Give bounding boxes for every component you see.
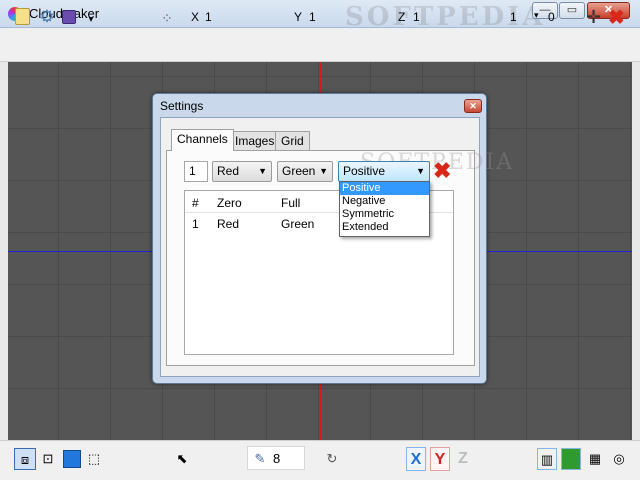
rotate-icon[interactable]: ↻	[322, 448, 342, 470]
maximize-button[interactable]: ▭	[559, 2, 585, 19]
perspective-view-icon[interactable]: ⧈	[14, 448, 36, 470]
toolbar	[0, 28, 640, 62]
table-row-number[interactable]: 1	[192, 217, 199, 231]
step-dropdown-icon[interactable]: ▾	[534, 10, 539, 21]
zero-channel-select[interactable]: Red ▼	[212, 161, 272, 182]
channel-number-input[interactable]: 1	[184, 161, 208, 182]
y-coord-label: Y	[294, 10, 303, 24]
axis-x-toggle[interactable]: X	[406, 447, 426, 471]
table-row-zero[interactable]: Red	[217, 217, 239, 231]
grid-icon[interactable]: ▦	[585, 448, 605, 470]
mode-option-positive[interactable]: Positive	[340, 182, 429, 195]
delete-channel-icon[interactable]: ✖	[433, 158, 451, 184]
save-disk-icon[interactable]	[62, 10, 76, 24]
axis-y-toggle[interactable]: Y	[430, 447, 450, 471]
chevron-down-icon: ▼	[319, 166, 328, 176]
z-coord-field[interactable]: 1	[413, 10, 420, 24]
tab-grid[interactable]: Grid	[275, 131, 310, 150]
step-value-field[interactable]: 1	[510, 10, 517, 24]
table-row-full[interactable]: Green	[281, 217, 314, 231]
new-document-icon[interactable]	[15, 8, 30, 25]
x-coord-label: X	[191, 10, 200, 24]
screen-icon[interactable]	[561, 448, 581, 470]
mode-select[interactable]: Positive ▼	[338, 161, 430, 182]
chevron-down-icon: ▼	[258, 166, 267, 176]
mode-option-extended[interactable]: Extended	[340, 221, 429, 234]
full-channel-select[interactable]: Green ▼	[277, 161, 333, 182]
viewport-border-left	[0, 62, 8, 440]
brush-size-value[interactable]: 8	[273, 448, 293, 470]
column-header-number[interactable]: #	[192, 196, 199, 210]
x-coord-field[interactable]: 1	[205, 10, 212, 24]
mode-option-negative[interactable]: Negative	[340, 195, 429, 208]
full-channel-value: Green	[282, 164, 316, 178]
crosshair-icon[interactable]: ✛	[586, 7, 601, 28]
column-header-zero[interactable]: Zero	[217, 196, 242, 210]
pick-tool-icon[interactable]: ⬉	[172, 448, 192, 470]
zero-channel-value: Red	[217, 164, 240, 178]
y-coord-field[interactable]: 1	[309, 10, 316, 24]
mode-value: Positive	[343, 164, 386, 178]
front-view-icon[interactable]: ⊡	[38, 448, 58, 470]
column-header-full[interactable]: Full	[281, 196, 300, 210]
chart-icon[interactable]: ▥	[537, 448, 557, 470]
viewport-border-right	[632, 62, 640, 440]
axis-z-toggle[interactable]: Z	[453, 447, 473, 471]
dialog-close-button[interactable]: ✕	[464, 99, 482, 113]
target-icon[interactable]: ◎	[609, 448, 629, 470]
brush-icon[interactable]: ✎	[250, 448, 270, 470]
gear-icon[interactable]: ⚙	[38, 8, 56, 26]
chevron-down-icon: ▼	[416, 166, 425, 176]
close-icon[interactable]: ✖	[608, 5, 625, 30]
solid-view-icon[interactable]	[63, 450, 81, 468]
step-offset-field[interactable]: 0	[548, 10, 555, 24]
wireframe-view-icon[interactable]: ⬚	[84, 448, 104, 470]
axes-icon[interactable]: ⁘	[158, 9, 176, 27]
tab-images[interactable]: Images	[229, 131, 281, 150]
tab-channels[interactable]: Channels	[171, 129, 234, 151]
z-coord-label: Z	[398, 10, 406, 24]
dialog-title: Settings	[160, 99, 204, 113]
save-dropdown-icon[interactable]: ▾	[82, 10, 100, 28]
mode-option-symmetric[interactable]: Symmetric	[340, 208, 429, 221]
